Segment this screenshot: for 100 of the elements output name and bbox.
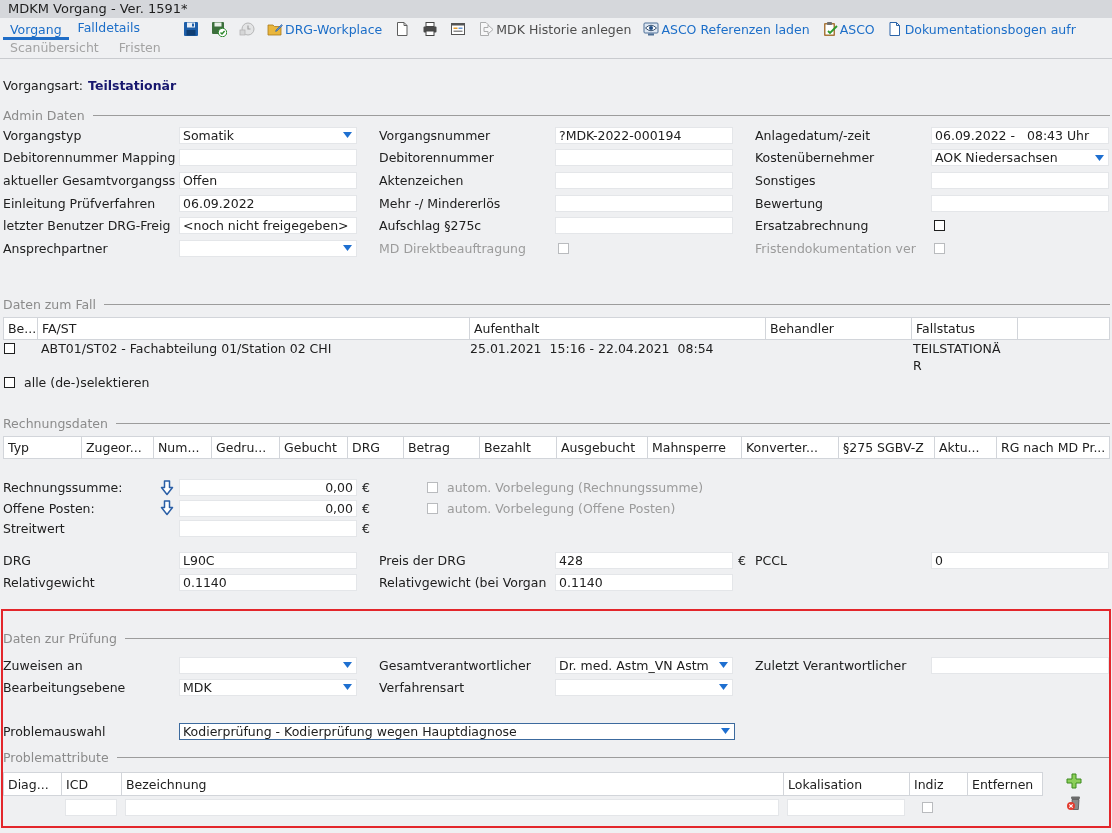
- dropdown[interactable]: MDK: [179, 678, 357, 696]
- caret-down-icon: [343, 662, 352, 669]
- floppy-check-icon[interactable]: [211, 21, 227, 37]
- window-title: MDKM Vorgang - Ver. 1591*: [0, 0, 1112, 18]
- text-field[interactable]: 06.09.2022: [179, 194, 357, 212]
- text-field[interactable]: [555, 172, 733, 189]
- column-header: Behandler: [766, 317, 912, 339]
- field-label: Gesamtverantwortlicher: [379, 657, 532, 673]
- column-header: Lokalisation: [784, 773, 910, 796]
- page-arrow-icon: [478, 21, 495, 37]
- trash-icon[interactable]: [1066, 795, 1082, 812]
- amount-field[interactable]: 0,00: [179, 479, 357, 497]
- text-field[interactable]: L90C: [179, 551, 357, 569]
- currency-symbol: €: [361, 521, 370, 537]
- section-title: Daten zum Fall: [3, 297, 97, 313]
- field-label: Problemauswahl: [3, 723, 107, 739]
- toolbar-link[interactable]: DRG-Workplace: [267, 21, 383, 37]
- caret-down-icon: [343, 684, 352, 691]
- checkbox[interactable]: [4, 342, 15, 354]
- text-field[interactable]: 0: [931, 551, 1109, 569]
- table-cell: 25.01.2021 15:16 - 22.04.2021 08:54: [470, 339, 714, 357]
- dropdown[interactable]: Somatik: [179, 126, 357, 144]
- field-label: Anlagedatum/-zeit: [755, 127, 872, 143]
- dropdown[interactable]: Kodierprüfung - Kodierprüfung wegen Hauptdiagnose: [179, 722, 735, 740]
- field-label: Streitwert: [3, 521, 66, 537]
- form-icon[interactable]: [450, 21, 467, 37]
- text-field[interactable]: ?MDK-2022-000194: [555, 126, 733, 144]
- field-label: Offene Posten:: [3, 500, 96, 516]
- text-field[interactable]: [179, 149, 357, 167]
- arrow-down-icon[interactable]: [160, 479, 174, 496]
- text-field[interactable]: [931, 194, 1109, 212]
- text-field[interactable]: [555, 194, 733, 212]
- printer-icon[interactable]: [422, 21, 439, 37]
- text-field[interactable]: 06.09.2022 - 08:43 Uhr: [931, 126, 1109, 144]
- amount-field[interactable]: 0,00: [179, 499, 357, 517]
- text-field[interactable]: <noch nicht freigegeben>: [179, 217, 357, 235]
- text-field[interactable]: 0.1140: [179, 573, 357, 591]
- currency-symbol: €: [361, 500, 370, 516]
- field-label: DRG: [3, 552, 32, 568]
- field-label: Bearbeitungsebene: [3, 679, 127, 695]
- field-label: letzter Benutzer DRG-Freig: [3, 218, 172, 234]
- toolbar-link[interactable]: ASCO: [821, 21, 875, 37]
- toolbar-link[interactable]: Dokumentationsbogen aufr: [886, 21, 1076, 37]
- text-field[interactable]: 0.1140: [555, 573, 733, 591]
- checkbox-label: alle (de-)selektieren: [24, 374, 150, 390]
- eye-icon: [643, 21, 660, 37]
- field-label: Relativgewicht: [3, 574, 96, 590]
- currency-symbol: €: [361, 480, 370, 496]
- page-icon[interactable]: [394, 21, 411, 37]
- column-header: RG nach MD Pr...: [1000, 438, 1107, 457]
- column-header: Gebucht: [280, 436, 348, 458]
- tab[interactable]: Falldetails: [70, 18, 147, 40]
- field-label: Bewertung: [755, 195, 824, 211]
- field-label: Preis der DRG: [379, 552, 467, 568]
- text-field[interactable]: Offen: [179, 172, 357, 189]
- currency-symbol: €: [737, 552, 746, 568]
- column-header: Konverter...: [742, 436, 839, 458]
- field-label: aktueller Gesamtvorgangss: [3, 173, 177, 188]
- dropdown[interactable]: AOK Niedersachsen: [931, 149, 1109, 167]
- toolbar-link[interactable]: ASCO Referenzen laden: [643, 21, 810, 37]
- text-field[interactable]: [555, 149, 733, 167]
- dropdown[interactable]: [179, 239, 357, 257]
- folder-icon: [267, 21, 283, 37]
- arrow-down-icon[interactable]: [160, 500, 174, 517]
- amount-field[interactable]: [179, 520, 357, 538]
- text-field[interactable]: [555, 217, 733, 235]
- caret-down-icon: [719, 662, 728, 669]
- input-field[interactable]: [125, 799, 779, 817]
- checkbox[interactable]: [934, 220, 945, 232]
- column-header: Bezahlt: [480, 436, 557, 458]
- section-title: Admin Daten: [3, 107, 85, 123]
- field-label: Vorgangsnummer: [379, 127, 492, 143]
- plus-icon[interactable]: [1066, 773, 1082, 790]
- column-header: Entfernen: [971, 775, 1035, 794]
- field-label: Zuweisen an: [3, 657, 84, 673]
- text-field[interactable]: [931, 656, 1109, 674]
- checkbox-label: autom. Vorbelegung (Rechnungssumme): [447, 480, 704, 496]
- column-header: Zugeor...: [82, 436, 154, 458]
- field-label: Aufschlag §275c: [379, 218, 483, 234]
- tab[interactable]: Vorgang: [3, 18, 69, 40]
- dropdown[interactable]: [179, 656, 357, 674]
- column-header: Fallstatus: [912, 317, 1018, 339]
- column-header: FA/ST: [38, 317, 470, 339]
- column-header: Mahnsperre: [648, 436, 742, 458]
- dropdown[interactable]: Dr. med. Astm_VN Astm: [555, 656, 733, 674]
- caret-down-icon: [343, 132, 352, 139]
- clipboard-check-icon: [821, 21, 838, 37]
- dropdown[interactable]: [555, 678, 733, 696]
- column-header: Be...: [4, 317, 38, 339]
- caret-down-icon: [719, 684, 728, 691]
- column-header: Aufenthalt: [470, 317, 766, 339]
- checkbox[interactable]: [4, 376, 15, 388]
- text-field[interactable]: [931, 172, 1109, 189]
- field-label: Ersatzabrechnung: [755, 218, 870, 234]
- field-label: Mehr -/ Mindererlös: [379, 195, 502, 211]
- field-label: Fristendokumentation ver: [755, 240, 917, 256]
- field-label: Verfahrensart: [379, 679, 466, 695]
- text-field[interactable]: 428: [555, 551, 733, 569]
- input-field[interactable]: [787, 799, 905, 817]
- input-field[interactable]: [65, 799, 117, 817]
